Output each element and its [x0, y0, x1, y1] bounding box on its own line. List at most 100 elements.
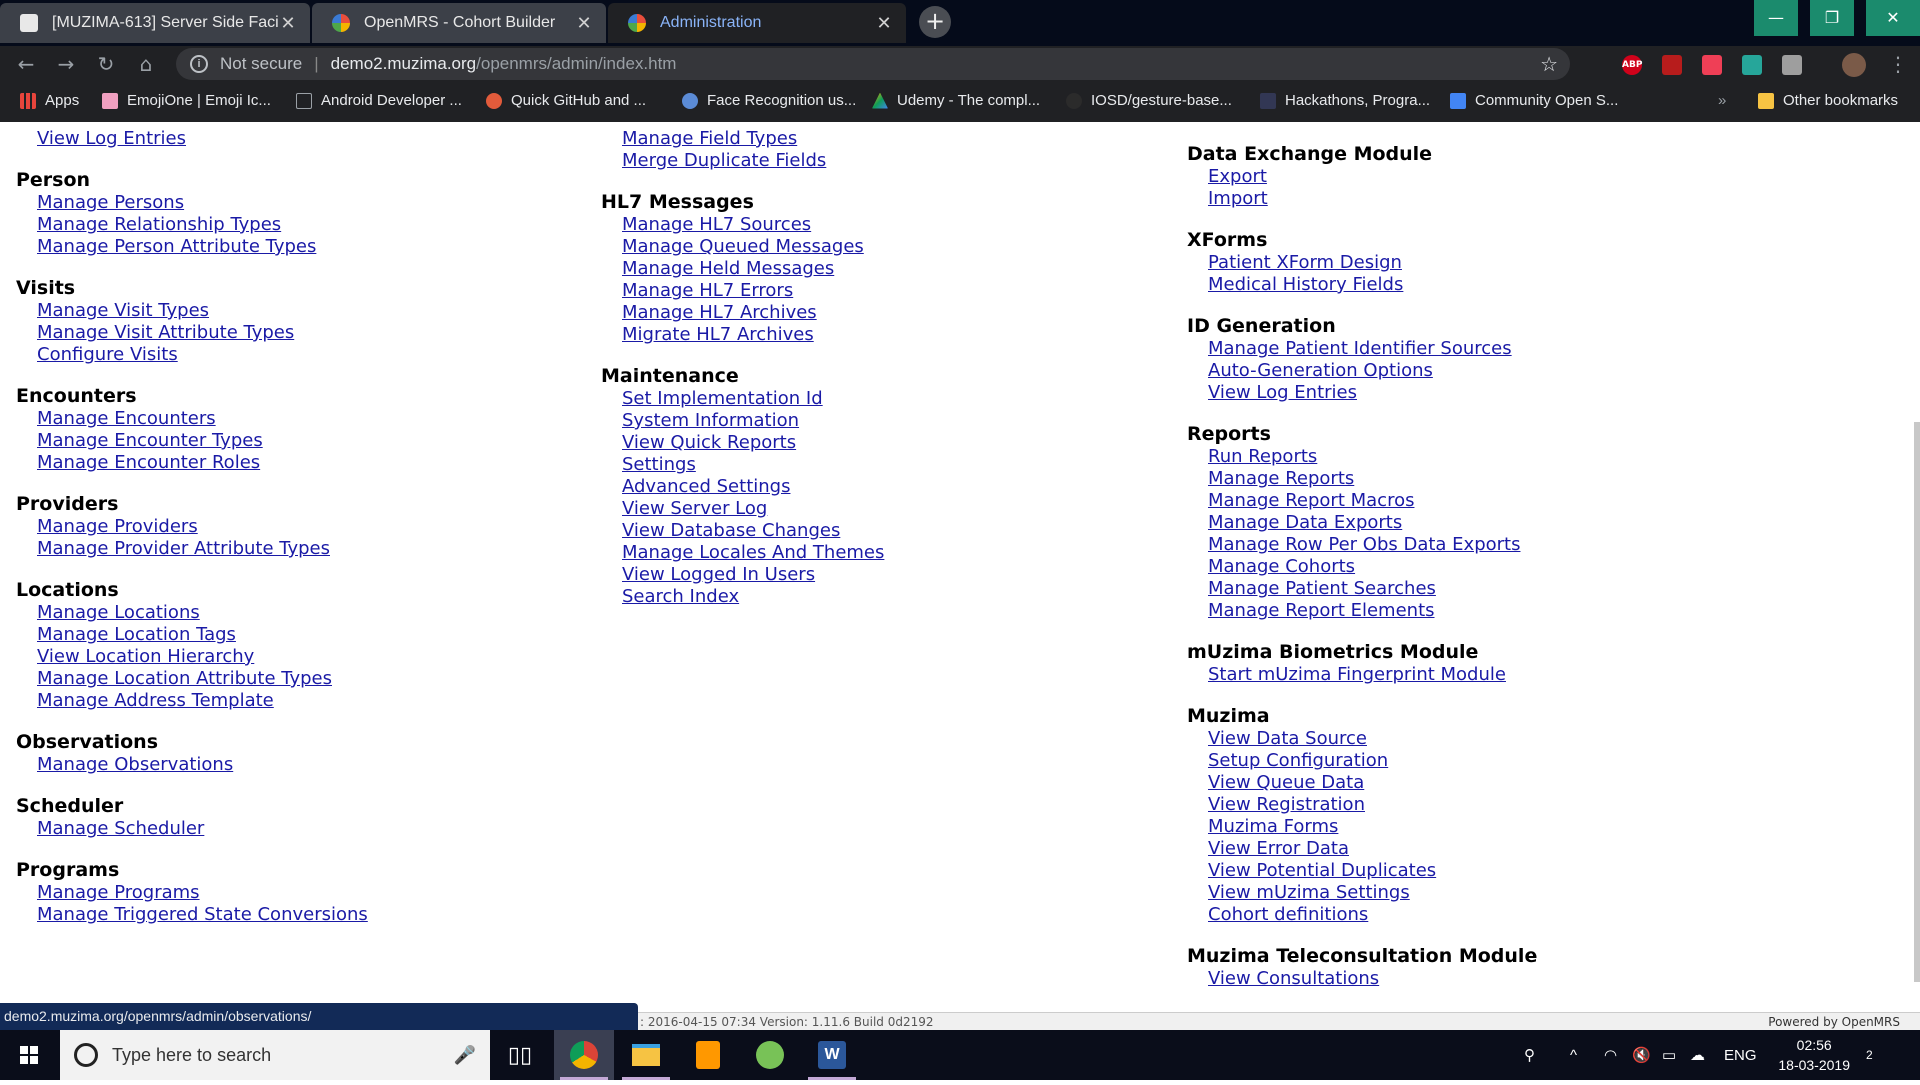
admin-link-manage-person-attribute-types[interactable]: Manage Person Attribute Types — [37, 236, 368, 258]
admin-link-export[interactable]: Export — [1208, 166, 1537, 188]
forward-arrow-icon[interactable]: → — [52, 50, 80, 78]
task-view-icon[interactable]: ▯▯ — [490, 1030, 550, 1080]
reload-icon[interactable]: ↻ — [92, 50, 120, 78]
show-hidden-icons[interactable]: ^ — [1570, 1030, 1577, 1080]
tab-muzima-613[interactable]: [MUZIMA-613] Server Side Facilit ✕ — [0, 3, 310, 43]
admin-link-view-logged-in-users[interactable]: View Logged In Users — [622, 564, 884, 586]
admin-link-manage-locales-and-themes[interactable]: Manage Locales And Themes — [622, 542, 884, 564]
admin-link-manage-relationship-types[interactable]: Manage Relationship Types — [37, 214, 368, 236]
bookmark-android-developer[interactable]: Android Developer ... — [296, 92, 462, 109]
admin-link-manage-providers[interactable]: Manage Providers — [37, 516, 368, 538]
battery-icon[interactable]: ▭ — [1662, 1030, 1676, 1080]
other-bookmarks[interactable]: Other bookmarks — [1758, 92, 1898, 109]
windows-start-button[interactable] — [0, 1030, 58, 1080]
microphone-icon[interactable]: 🎤 — [454, 1045, 476, 1066]
page-scrollbar[interactable] — [1914, 422, 1920, 982]
tab-cohort-builder[interactable]: OpenMRS - Cohort Builder ✕ — [312, 3, 606, 43]
admin-link-migrate-hl7-archives[interactable]: Migrate HL7 Archives — [622, 324, 884, 346]
admin-link-manage-programs[interactable]: Manage Programs — [37, 882, 368, 904]
taskbar-sublime-text[interactable] — [678, 1030, 738, 1080]
admin-link-view-registration[interactable]: View Registration — [1208, 794, 1537, 816]
admin-link-manage-row-per-obs-data-exports[interactable]: Manage Row Per Obs Data Exports — [1208, 534, 1537, 556]
admin-link-manage-scheduler[interactable]: Manage Scheduler — [37, 818, 368, 840]
admin-link-patient-xform-design[interactable]: Patient XForm Design — [1208, 252, 1537, 274]
pdf-icon[interactable] — [1662, 55, 1682, 75]
admin-link-run-reports[interactable]: Run Reports — [1208, 446, 1537, 468]
bookmarks-overflow-button[interactable]: » — [1718, 92, 1726, 109]
taskbar-search-box[interactable]: Type here to search 🎤 — [60, 1030, 490, 1080]
admin-link-cohort-definitions[interactable]: Cohort definitions — [1208, 904, 1537, 926]
admin-link-manage-data-exports[interactable]: Manage Data Exports — [1208, 512, 1537, 534]
action-center-icon[interactable]: 2 — [1866, 1030, 1873, 1080]
bookmark-hackathons[interactable]: Hackathons, Progra... — [1260, 92, 1430, 109]
admin-link-view-potential-duplicates[interactable]: View Potential Duplicates — [1208, 860, 1537, 882]
maximize-button[interactable]: ❐ — [1810, 0, 1854, 36]
new-tab-button[interactable]: + — [919, 6, 951, 38]
admin-link-view-location-hierarchy[interactable]: View Location Hierarchy — [37, 646, 368, 668]
taskbar-clock[interactable]: 02:56 18-03-2019 — [1778, 1035, 1850, 1075]
admin-link-start-muzima-fingerprint-module[interactable]: Start mUzima Fingerprint Module — [1208, 664, 1537, 686]
admin-link-manage-visit-attribute-types[interactable]: Manage Visit Attribute Types — [37, 322, 368, 344]
admin-link-view-database-changes[interactable]: View Database Changes — [622, 520, 884, 542]
admin-link-manage-field-types[interactable]: Manage Field Types — [622, 128, 884, 150]
admin-link-manage-reports[interactable]: Manage Reports — [1208, 468, 1537, 490]
admin-link-auto-generation-options[interactable]: Auto-Generation Options — [1208, 360, 1537, 382]
admin-link-manage-location-attribute-types[interactable]: Manage Location Attribute Types — [37, 668, 368, 690]
bookmark-quick-github[interactable]: Quick GitHub and ... — [486, 92, 646, 109]
admin-link-view-error-data[interactable]: View Error Data — [1208, 838, 1537, 860]
admin-link-manage-queued-messages[interactable]: Manage Queued Messages — [622, 236, 884, 258]
admin-link-manage-hl7-sources[interactable]: Manage HL7 Sources — [622, 214, 884, 236]
admin-link-setup-configuration[interactable]: Setup Configuration — [1208, 750, 1537, 772]
admin-link-view-data-source[interactable]: View Data Source — [1208, 728, 1537, 750]
admin-link-view-log-entries[interactable]: View Log Entries — [1208, 382, 1537, 404]
admin-link-merge-duplicate-fields[interactable]: Merge Duplicate Fields — [622, 150, 884, 172]
admin-link-manage-observations[interactable]: Manage Observations — [37, 754, 368, 776]
bookmark-star-icon[interactable]: ☆ — [1540, 52, 1558, 77]
bookmark-apps[interactable]: Apps — [20, 92, 79, 109]
close-tab-icon[interactable]: ✕ — [278, 13, 298, 34]
admin-link-manage-report-elements[interactable]: Manage Report Elements — [1208, 600, 1537, 622]
minimize-button[interactable]: — — [1754, 0, 1798, 36]
admin-link-medical-history-fields[interactable]: Medical History Fields — [1208, 274, 1537, 296]
admin-link-manage-patient-identifier-sources[interactable]: Manage Patient Identifier Sources — [1208, 338, 1537, 360]
home-icon[interactable]: ⌂ — [132, 50, 160, 78]
admin-link-view-consultations[interactable]: View Consultations — [1208, 968, 1537, 990]
bookmark-emojione[interactable]: EmojiOne | Emoji Ic... — [102, 92, 271, 109]
taskbar-file-explorer[interactable] — [616, 1030, 676, 1080]
admin-link-manage-provider-attribute-types[interactable]: Manage Provider Attribute Types — [37, 538, 368, 560]
volume-muted-icon[interactable]: 🔇 — [1632, 1030, 1651, 1080]
admin-link-configure-visits[interactable]: Configure Visits — [37, 344, 368, 366]
bookmark-iosd-gesture[interactable]: IOSD/gesture-base... — [1066, 92, 1232, 109]
onedrive-icon[interactable]: ☁ — [1690, 1030, 1705, 1080]
admin-link-system-information[interactable]: System Information — [622, 410, 884, 432]
admin-link-import[interactable]: Import — [1208, 188, 1537, 210]
back-arrow-icon[interactable]: ← — [12, 50, 40, 78]
admin-link-view-muzima-settings[interactable]: View mUzima Settings — [1208, 882, 1537, 904]
info-icon[interactable]: i — [190, 55, 208, 73]
taskbar-word[interactable]: W — [802, 1030, 862, 1080]
tab-administration[interactable]: Administration ✕ — [608, 3, 906, 43]
screen-capture-icon[interactable] — [1742, 55, 1762, 75]
admin-link-manage-cohorts[interactable]: Manage Cohorts — [1208, 556, 1537, 578]
language-indicator[interactable]: ENG — [1724, 1030, 1757, 1080]
close-window-button[interactable]: ✕ — [1866, 0, 1920, 36]
admin-link-manage-hl7-archives[interactable]: Manage HL7 Archives — [622, 302, 884, 324]
admin-link-manage-address-template[interactable]: Manage Address Template — [37, 690, 368, 712]
taskbar-android-studio[interactable] — [740, 1030, 800, 1080]
admin-link-view-queue-data[interactable]: View Queue Data — [1208, 772, 1537, 794]
admin-link-manage-patient-searches[interactable]: Manage Patient Searches — [1208, 578, 1537, 600]
admin-link-view-quick-reports[interactable]: View Quick Reports — [622, 432, 884, 454]
admin-link-view-server-log[interactable]: View Server Log — [622, 498, 884, 520]
admin-link-muzima-forms[interactable]: Muzima Forms — [1208, 816, 1537, 838]
address-bar[interactable]: i Not secure | demo2.muzima.org /openmrs… — [176, 48, 1570, 80]
taskbar-chrome[interactable] — [554, 1030, 614, 1080]
admin-link-settings[interactable]: Settings — [622, 454, 884, 476]
drive-icon[interactable] — [1782, 55, 1802, 75]
bookmark-community-open-source[interactable]: Community Open S... — [1450, 92, 1618, 109]
profile-avatar[interactable] — [1842, 53, 1866, 77]
admin-link-manage-report-macros[interactable]: Manage Report Macros — [1208, 490, 1537, 512]
admin-link-manage-persons[interactable]: Manage Persons — [37, 192, 368, 214]
admin-link-manage-visit-types[interactable]: Manage Visit Types — [37, 300, 368, 322]
admin-link-manage-held-messages[interactable]: Manage Held Messages — [622, 258, 884, 280]
close-tab-icon[interactable]: ✕ — [874, 13, 894, 34]
